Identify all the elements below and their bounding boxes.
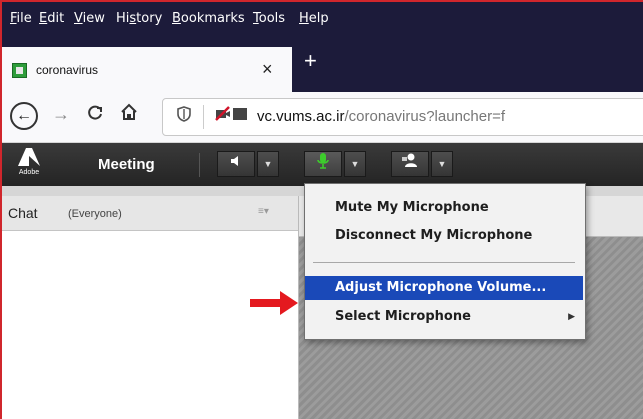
menu-history[interactable]: History xyxy=(116,11,162,26)
chat-audience: (Everyone) xyxy=(68,208,122,220)
select-microphone-label: Select Microphone xyxy=(335,309,471,324)
camera-dropdown-button[interactable]: ▼ xyxy=(431,151,453,177)
menu-item-adjust-microphone-volume[interactable]: Adjust Microphone Volume... xyxy=(305,276,583,300)
forward-arrow-icon[interactable]: → xyxy=(52,104,70,125)
menu-separator xyxy=(313,262,575,263)
red-arrow-icon xyxy=(250,291,298,315)
navigation-bar: ← → vc.vums.ac.ir/coronavirus?launcher=f xyxy=(2,92,643,143)
speaker-icon xyxy=(231,156,238,166)
chat-header: Chat (Everyone) ≡▾ xyxy=(2,196,298,231)
home-icon[interactable] xyxy=(120,103,138,126)
browser-window: File Edit View History Bookmarks Tools H… xyxy=(0,0,643,419)
speaker-dropdown-button[interactable]: ▼ xyxy=(257,151,279,177)
toolbar-divider xyxy=(199,153,200,177)
site-favicon-icon xyxy=(12,63,27,78)
microphone-icon xyxy=(317,153,329,169)
adobe-logo-text: Adobe xyxy=(18,169,40,176)
new-tab-icon[interactable]: + xyxy=(304,48,317,74)
menu-bar: File Edit View History Bookmarks Tools H… xyxy=(2,2,643,36)
menu-item-mute-microphone[interactable]: Mute My Microphone xyxy=(305,196,583,220)
camera-person-icon xyxy=(402,153,417,167)
pod-menu-icon[interactable]: ≡▾ xyxy=(258,206,269,217)
url-separator xyxy=(203,105,204,129)
microphone-button[interactable] xyxy=(304,151,342,177)
close-tab-icon[interactable]: × xyxy=(262,59,273,80)
tab-title: coronavirus xyxy=(36,63,99,77)
tab-strip: coronavirus × + xyxy=(2,36,643,93)
menu-item-disconnect-microphone[interactable]: Disconnect My Microphone xyxy=(305,224,583,248)
menu-bookmarks[interactable]: Bookmarks xyxy=(172,11,245,26)
reload-icon[interactable] xyxy=(86,104,104,127)
microphone-menu: Mute My Microphone Disconnect My Microph… xyxy=(304,183,586,340)
menu-file[interactable]: File xyxy=(10,11,32,26)
menu-view[interactable]: View xyxy=(74,11,105,26)
url-text[interactable]: vc.vums.ac.ir/coronavirus?launcher=f xyxy=(257,108,505,125)
chat-title: Chat xyxy=(8,205,38,221)
menu-item-select-microphone[interactable]: Select Microphone ▶ xyxy=(305,305,583,329)
blocked-camera-icon[interactable] xyxy=(215,106,231,126)
shield-icon[interactable] xyxy=(177,106,191,127)
meeting-menu[interactable]: Meeting xyxy=(98,156,155,173)
submenu-arrow-icon: ▶ xyxy=(568,312,575,322)
menu-help[interactable]: Help xyxy=(299,11,329,26)
microphone-dropdown-button[interactable]: ▼ xyxy=(344,151,366,177)
menu-edit[interactable]: Edit xyxy=(39,11,64,26)
adobe-connect-toolbar: Adobe Meeting ▼ ▼ ▼ xyxy=(2,143,643,187)
speaker-button[interactable] xyxy=(217,151,255,177)
back-arrow-icon[interactable]: ← xyxy=(10,102,38,130)
url-bar[interactable]: vc.vums.ac.ir/coronavirus?launcher=f xyxy=(162,98,643,136)
tab-coronavirus[interactable]: coronavirus × xyxy=(2,47,292,93)
adobe-logo-icon: Adobe xyxy=(14,148,44,181)
permissions-icon[interactable] xyxy=(233,108,247,120)
menu-tools[interactable]: Tools xyxy=(253,11,285,26)
camera-share-button[interactable] xyxy=(391,151,429,177)
